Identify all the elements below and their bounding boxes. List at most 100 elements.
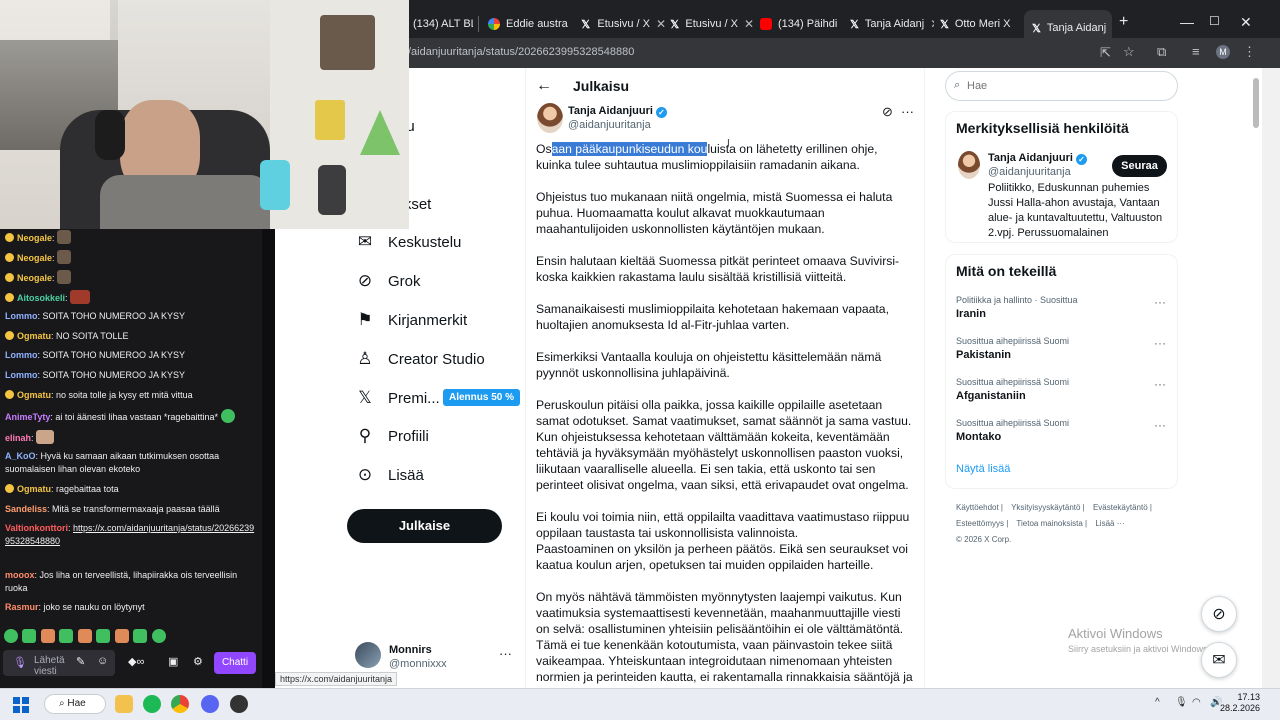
tab-5[interactable]: (134) Päihdi	[760, 12, 842, 36]
close-icon[interactable]: ✕	[656, 17, 666, 31]
chat-send-button[interactable]: Chatti	[214, 652, 256, 674]
chat-username[interactable]: Aitosokkeli	[17, 293, 65, 303]
chat-username[interactable]: Ogmatu	[17, 390, 51, 400]
chat-username[interactable]: Ogmatu	[17, 484, 51, 494]
bits-icon[interactable]: ◆∞	[128, 655, 144, 668]
emote-icon[interactable]	[59, 629, 74, 643]
install-app-icon[interactable]: ⇱	[1100, 45, 1111, 61]
scrollbar-track[interactable]	[1262, 68, 1280, 688]
more-icon[interactable]: ···	[499, 646, 512, 661]
trend-item[interactable]: Suosittua aihepiirissä Suomi Montako ···	[956, 418, 1171, 452]
nav-premium[interactable]: 𝕏 Premi...	[356, 385, 440, 411]
show-more-link[interactable]: Näytä lisää	[956, 463, 1010, 475]
nav-profile[interactable]: ⚲ Profiili	[356, 423, 429, 449]
chat-username[interactable]: Lommo	[5, 311, 38, 321]
shop-icon[interactable]: ▣	[168, 655, 178, 668]
settings-gear-icon[interactable]: ⚙	[193, 655, 203, 668]
more-icon[interactable]: ···	[1154, 377, 1166, 391]
chat-username[interactable]: Sandeliss	[5, 504, 47, 514]
chat-username[interactable]: Ogmatu	[17, 331, 51, 341]
wifi-icon[interactable]: ◠	[1192, 697, 1201, 708]
more-icon[interactable]: ···	[1154, 418, 1166, 432]
media-icon[interactable]: ≡	[1192, 44, 1200, 59]
avatar[interactable]	[537, 103, 563, 133]
tab-1[interactable]: (134) ALT BL	[413, 12, 473, 36]
footer-link[interactable]: Evästekäytäntö |	[1093, 503, 1152, 512]
emote-icon[interactable]	[77, 629, 92, 643]
emote-icon[interactable]	[133, 629, 148, 643]
footer-link[interactable]: Yksityisyyskäytäntö |	[1011, 503, 1085, 512]
trend-item[interactable]: Politiikka ja hallinto · Suosittua Irani…	[956, 295, 1171, 329]
footer-link[interactable]: Lisää ···	[1095, 519, 1124, 528]
close-icon[interactable]: ✕	[1017, 17, 1019, 31]
footer-link[interactable]: Tietoa mainoksista |	[1016, 519, 1087, 528]
account-switcher[interactable]: Monnirs @monnixxx ···	[355, 642, 520, 672]
taskbar-clock[interactable]: 17.13 28.2.2026	[1220, 692, 1260, 714]
nav-bookmarks[interactable]: ⚑ Kirjanmerkit	[356, 307, 467, 333]
tab-6[interactable]: 𝕏 Tanja Aidanj ✕	[850, 12, 934, 36]
grok-fab-button[interactable]: ⊘	[1201, 596, 1237, 632]
maximize-icon[interactable]: ☐	[1209, 14, 1220, 28]
trend-item[interactable]: Suosittua aihepiirissä Suomi Pakistanin …	[956, 336, 1171, 370]
messages-fab-button[interactable]: ✉	[1201, 642, 1237, 678]
trend-item[interactable]: Suosittua aihepiirissä Suomi Afganistani…	[956, 377, 1171, 411]
emoji-icon[interactable]: ☺	[97, 655, 108, 667]
spotify-icon[interactable]	[143, 695, 161, 713]
relevant-name[interactable]: Tanja Aidanjuuri ✓	[988, 152, 1087, 165]
emote-icon[interactable]	[22, 629, 37, 643]
chat-username[interactable]: A_KoO	[5, 451, 36, 461]
bookmark-star-icon[interactable]: ☆	[1123, 44, 1135, 60]
obs-icon[interactable]	[230, 695, 248, 713]
chrome-icon[interactable]	[171, 695, 189, 713]
file-explorer-icon[interactable]	[115, 695, 133, 713]
post-button[interactable]: Julkaise	[347, 509, 502, 543]
chat-username[interactable]: Neogale	[17, 233, 52, 243]
grok-icon[interactable]: ⊘	[882, 104, 893, 120]
more-icon[interactable]: ···	[1154, 295, 1166, 309]
emote-icon[interactable]	[40, 629, 55, 643]
scrollbar-thumb[interactable]	[1253, 78, 1259, 128]
minimize-icon[interactable]: —	[1180, 14, 1194, 30]
translate-icon[interactable]: ✎	[76, 655, 85, 668]
chat-username[interactable]: mooox	[5, 570, 35, 580]
chat-username[interactable]: Neogale	[17, 253, 52, 263]
chat-username[interactable]: Lommo	[5, 370, 38, 380]
tab-4[interactable]: 𝕏 Etusivu / X ✕	[670, 12, 754, 36]
windows-start-icon[interactable]	[13, 697, 29, 713]
new-tab-button[interactable]: +	[1119, 13, 1128, 31]
chat-username[interactable]: Rasmur	[5, 602, 39, 612]
more-icon[interactable]: ···	[1154, 336, 1166, 350]
follow-button[interactable]: Seuraa	[1112, 155, 1167, 177]
chat-username[interactable]: Neogale	[17, 273, 52, 283]
chat-username[interactable]: Lommo	[5, 350, 38, 360]
nav-messages[interactable]: ✉ Keskustelu	[356, 229, 462, 255]
extensions-icon[interactable]: ⧉	[1157, 44, 1166, 60]
profile-avatar[interactable]: M	[1216, 45, 1230, 59]
nav-creator-studio[interactable]: ♙ Creator Studio	[356, 346, 484, 372]
chat-username[interactable]: elinah	[5, 433, 31, 443]
promo-badge[interactable]: Alennus 50 %	[443, 389, 521, 406]
nav-grok[interactable]: ⊘ Grok	[356, 268, 421, 294]
close-icon[interactable]: ✕	[930, 17, 934, 31]
emote-icon[interactable]	[114, 629, 129, 643]
chat-username[interactable]: Valtionkonttori	[5, 523, 68, 533]
tab-2[interactable]: Eddie austra ✕	[488, 12, 574, 36]
nav-more[interactable]: ⊙ Lisää	[356, 462, 424, 488]
tab-7[interactable]: 𝕏 Otto Meri X ✕	[940, 12, 1018, 36]
footer-link[interactable]: Käyttöehdot |	[956, 503, 1003, 512]
more-icon[interactable]: ···	[901, 104, 914, 119]
footer-link[interactable]: Esteettömyys |	[956, 519, 1008, 528]
close-icon[interactable]: ✕	[744, 17, 754, 31]
chat-username[interactable]: AnimeTyty	[5, 412, 50, 422]
microphone-icon[interactable]: 🎙	[13, 656, 27, 669]
tab-3[interactable]: 𝕏 Etusivu / X ✕	[580, 12, 666, 36]
tray-mic-icon[interactable]: 🎙	[1175, 697, 1188, 708]
author-handle[interactable]: @aidanjuuritanja	[568, 119, 651, 131]
emote-icon[interactable]	[96, 629, 111, 643]
author-name[interactable]: Tanja Aidanjuuri ✓	[568, 105, 667, 118]
menu-kebab-icon[interactable]: ⋮	[1243, 44, 1256, 60]
search-input[interactable]	[967, 77, 1167, 95]
back-arrow-icon[interactable]: ←	[536, 77, 552, 95]
tab-active[interactable]: 𝕏 Tanja Aidanj ✕	[1024, 10, 1112, 46]
discord-icon[interactable]	[201, 695, 219, 713]
